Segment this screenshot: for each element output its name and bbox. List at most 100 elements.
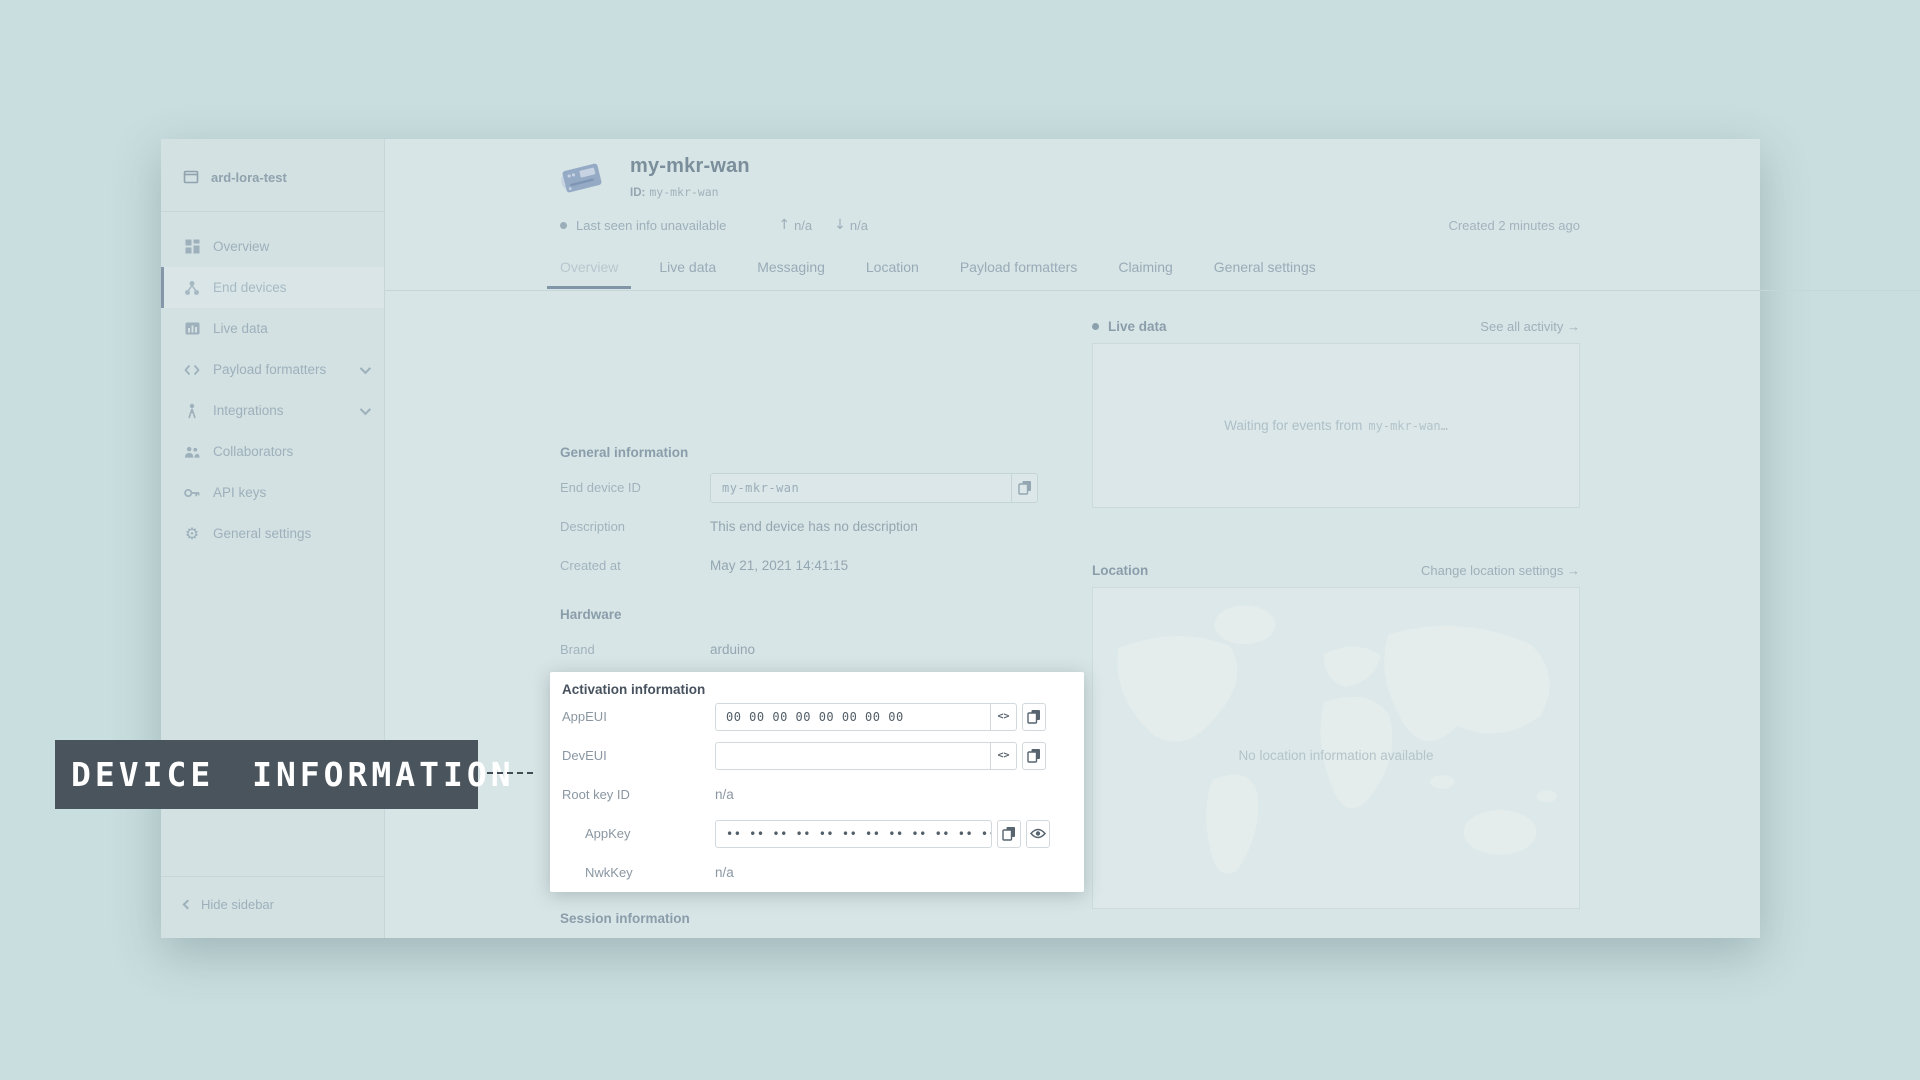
section-heading: General information [553, 445, 1084, 460]
chevron-down-icon [360, 362, 371, 373]
reveal-button[interactable] [1026, 820, 1050, 848]
copy-button[interactable] [1022, 703, 1046, 731]
device-information-callout: DEVICE INFORMATION [55, 740, 478, 809]
change-location-settings-link[interactable]: Change location settings → [1421, 563, 1580, 578]
callout-connector-line [487, 772, 533, 774]
downlink-arrow-icon: ↓ [834, 217, 846, 233]
eye-icon [1030, 828, 1046, 839]
no-location-text: No location information available [1093, 748, 1579, 763]
status-row: Last seen info unavailable ↑ n/a ↓ n/a C… [560, 217, 1580, 233]
application-icon [183, 169, 199, 185]
integrations-icon [184, 403, 200, 419]
live-data-panel-header: Live data See all activity → [1092, 319, 1580, 334]
last-seen-status: Last seen info unavailable [576, 218, 726, 233]
uplink-arrow-icon: ↑ [778, 217, 790, 233]
tab-overview[interactable]: Overview [553, 253, 625, 289]
copy-button[interactable] [1022, 742, 1046, 770]
copy-icon [1027, 709, 1041, 724]
sidebar-item-label: API keys [213, 485, 266, 500]
collaborators-icon [184, 444, 200, 460]
console-window: ard-lora-test Overview End devices Live … [161, 139, 1760, 938]
app-key-input[interactable]: •• •• •• •• •• •• •• •• •• •• •• •• •• •… [715, 820, 992, 848]
see-all-activity-link[interactable]: See all activity → [1480, 319, 1580, 334]
root-key-id-row: Root key ID n/a [562, 775, 1072, 814]
copy-icon [1002, 826, 1016, 841]
tab-payload-formatters[interactable]: Payload formatters [953, 253, 1085, 289]
live-data-title: Live data [1092, 319, 1167, 334]
entity-label: ard-lora-test [211, 170, 287, 185]
byte-format-toggle-button[interactable]: <> [990, 743, 1016, 769]
tab-location[interactable]: Location [859, 253, 926, 289]
app-key-masked-value: •• •• •• •• •• •• •• •• •• •• •• •• •• •… [716, 827, 991, 841]
sidebar-item-label: Collaborators [213, 444, 293, 459]
sidebar-item-end-devices[interactable]: End devices [161, 267, 384, 308]
end-device-id-input-value: my-mkr-wan [711, 481, 1011, 495]
app-eui-value: 00 00 00 00 00 00 00 00 [716, 710, 990, 724]
key-icon [184, 485, 200, 501]
sidebar-item-label: Integrations [213, 403, 284, 418]
device-id-line: ID: my-mkr-wan [630, 185, 750, 199]
device-id-value: my-mkr-wan [649, 185, 718, 199]
device-header: my-mkr-wan ID: my-mkr-wan [560, 155, 750, 201]
description-row: Description This end device has no descr… [553, 507, 1084, 546]
chevron-left-icon [183, 900, 193, 910]
sidebar-item-integrations[interactable]: Integrations [161, 390, 384, 431]
session-information-section: Session information [553, 911, 1084, 926]
tab-general-settings[interactable]: General settings [1207, 253, 1323, 289]
sidebar-item-label: End devices [213, 280, 287, 295]
nwk-key-row: NwkKey n/a [562, 853, 1072, 892]
downlink-metric: ↓ n/a [834, 217, 868, 233]
overview-icon [184, 239, 200, 255]
end-devices-icon [184, 280, 200, 296]
created-ago: Created 2 minutes ago [1448, 218, 1580, 233]
sidebar-item-api-keys[interactable]: API keys [161, 472, 384, 513]
live-data-icon [184, 321, 200, 337]
sidebar-item-payload-formatters[interactable]: Payload formatters [161, 349, 384, 390]
right-column: Live data See all activity → Waiting for… [1092, 299, 1580, 909]
hide-sidebar-button[interactable]: Hide sidebar [161, 876, 384, 912]
device-id-label: ID: [630, 187, 645, 199]
sidebar-item-general-settings[interactable]: ⚙ General settings [161, 513, 384, 554]
sidebar-item-label: Overview [213, 239, 269, 254]
device-board-icon [560, 155, 604, 201]
copy-button[interactable] [1011, 474, 1037, 502]
sidebar-item-label: Live data [213, 321, 268, 336]
sidebar-item-label: Payload formatters [213, 362, 326, 377]
sidebar-nav: Overview End devices Live data Payload f… [161, 226, 384, 554]
end-device-id-row: End device ID my-mkr-wan [553, 468, 1084, 507]
section-heading: Hardware [553, 607, 1084, 622]
copy-button[interactable] [997, 820, 1021, 848]
gear-icon: ⚙ [184, 526, 200, 542]
sidebar-item-live-data[interactable]: Live data [161, 308, 384, 349]
app-key-row: AppKey •• •• •• •• •• •• •• •• •• •• •• … [562, 814, 1072, 853]
main-area: my-mkr-wan ID: my-mkr-wan Last seen info … [385, 139, 1760, 938]
live-data-dot-icon [1092, 323, 1099, 330]
app-eui-row: AppEUI 00 00 00 00 00 00 00 00 <> [562, 697, 1072, 736]
tab-messaging[interactable]: Messaging [750, 253, 832, 289]
app-eui-input[interactable]: 00 00 00 00 00 00 00 00 <> [715, 703, 1017, 731]
uplink-metric: ↑ n/a [778, 217, 812, 233]
waiting-device-name: my-mkr-wan… [1368, 419, 1447, 433]
chevron-down-icon [360, 403, 371, 414]
brand-row: Brand arduino [553, 630, 1084, 669]
sidebar-entity-application[interactable]: ard-lora-test [161, 139, 384, 212]
copy-icon [1018, 480, 1032, 495]
general-information-section: General information End device ID my-mkr… [553, 445, 1084, 585]
waiting-text: Waiting for events from [1224, 418, 1362, 433]
section-heading: Activation information [562, 682, 1072, 697]
sidebar-item-label: General settings [213, 526, 311, 541]
status-dot-icon [560, 222, 567, 229]
tab-claiming[interactable]: Claiming [1111, 253, 1179, 289]
dev-eui-input[interactable]: <> [715, 742, 1017, 770]
end-device-id-input[interactable]: my-mkr-wan [710, 473, 1038, 503]
location-map-panel: No location information available [1092, 587, 1580, 909]
location-panel-header: Location Change location settings → [1092, 563, 1580, 578]
sidebar-item-overview[interactable]: Overview [161, 226, 384, 267]
dev-eui-row: DevEUI <> [562, 736, 1072, 775]
tab-bar: Overview Live data Messaging Location Pa… [553, 253, 1323, 289]
byte-format-toggle-button[interactable]: <> [990, 704, 1016, 730]
location-title: Location [1092, 563, 1148, 578]
created-at-row: Created at May 21, 2021 14:41:15 [553, 546, 1084, 585]
tab-live-data[interactable]: Live data [652, 253, 723, 289]
sidebar-item-collaborators[interactable]: Collaborators [161, 431, 384, 472]
